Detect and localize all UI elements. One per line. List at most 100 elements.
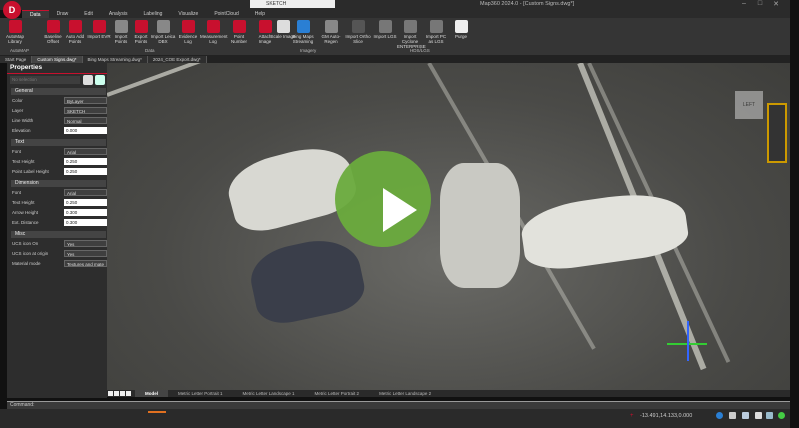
ribbon-button-measurement-log[interactable]: Measurement Log (200, 20, 228, 44)
layout-tab[interactable]: Metric Letter Landscape 1 (233, 390, 305, 397)
property-dropdown[interactable]: Yes (64, 240, 107, 247)
quick-select-icon[interactable] (83, 75, 93, 85)
property-input[interactable]: 0.250 (64, 158, 107, 165)
snap-icon[interactable] (716, 412, 723, 419)
ribbon-button-label: Baseline Offset (44, 34, 62, 44)
layout-tab[interactable]: Model (135, 390, 168, 397)
tab-pointcloud[interactable]: PointCloud (206, 10, 246, 18)
section-general[interactable]: General (11, 88, 106, 95)
property-dropdown[interactable]: Normal (64, 117, 107, 124)
property-input[interactable]: 0.000 (64, 127, 107, 134)
purge-icon (454, 20, 468, 33)
ribbon-button-bing-maps-streaming[interactable]: Bing Maps Streaming (290, 20, 316, 44)
document-tab[interactable]: 2024_COE Export.dwg* (147, 56, 207, 63)
first-tab-icon[interactable] (108, 391, 113, 396)
selection-dropdown[interactable]: No selection (10, 76, 80, 84)
property-dropdown[interactable]: SKETCH (64, 107, 107, 114)
import-leica-dbx-icon (156, 20, 170, 33)
last-tab-icon[interactable] (126, 391, 131, 396)
ribbon-group-label: HDS/LGS (410, 48, 430, 53)
section-dimension[interactable]: Dimension (11, 180, 106, 187)
command-line[interactable]: Command: (7, 401, 790, 409)
property-label: Color (12, 98, 23, 103)
filter-icon[interactable] (95, 75, 105, 85)
close-button[interactable]: ✕ (770, 0, 782, 8)
section-misc[interactable]: Misc (11, 231, 106, 238)
tab-draw[interactable]: Draw (49, 10, 77, 18)
ribbon-button-evidence-log[interactable]: Evidence Log (175, 20, 201, 44)
import-pc-as-lgs-icon (429, 20, 443, 33)
property-dropdown[interactable]: ByLayer (64, 97, 107, 104)
evidence-log-icon (181, 20, 195, 33)
window-icon[interactable] (755, 412, 762, 419)
ribbon-button-import-cyclone-enterprise[interactable]: Import Cyclone ENTERPRISE (397, 20, 426, 49)
minimize-button[interactable]: – (738, 0, 750, 7)
automap-library-icon (8, 20, 22, 33)
traffic-light (767, 103, 787, 163)
layout-tab[interactable]: Metric Letter Portrait 1 (168, 390, 233, 397)
property-dropdown[interactable]: Arial (64, 148, 107, 155)
ribbon-button-import-lgs[interactable]: Import LGS (372, 20, 398, 39)
drawing-viewport[interactable]: LEFT (107, 63, 790, 390)
grid-icon[interactable] (729, 412, 736, 419)
property-label: Ext. Distance (12, 220, 39, 225)
section-text[interactable]: Text (11, 139, 106, 146)
progress-indicator (148, 411, 166, 413)
import-points-icon (114, 20, 128, 33)
layer-dropdown[interactable]: SKETCH (250, 0, 335, 8)
property-label: Text Height (12, 200, 35, 205)
tab-visualize[interactable]: Visualize (170, 10, 206, 18)
ribbon: AutoMap Library Baseline Offset Auto Add P… (0, 18, 790, 56)
measurement-log-icon (206, 20, 220, 33)
properties-panel: Properties No selection General Color ByLa… (7, 63, 107, 398)
property-dropdown[interactable]: Yes (64, 250, 107, 257)
ribbon-button-label: Export Points (134, 34, 148, 44)
tab-data[interactable]: Data (22, 10, 49, 18)
property-label: UCS icon at origin (12, 251, 49, 256)
property-input[interactable]: 0.250 (64, 168, 107, 175)
ribbon-button-automap-library[interactable]: AutoMap Library (2, 20, 28, 44)
property-input[interactable]: 0.300 (64, 209, 107, 216)
prev-tab-icon[interactable] (114, 391, 119, 396)
ribbon-button-import-pc-as-lgs[interactable]: Import PC as LGS (423, 20, 449, 44)
ribbon-button-label: Point Number (230, 34, 247, 44)
property-dropdown[interactable]: Arial (64, 189, 107, 196)
layout-tab[interactable]: Metric Letter Portrait 2 (305, 390, 370, 397)
property-row: Ext. Distance 0.300 (11, 219, 107, 227)
settings-icon[interactable] (766, 412, 773, 419)
ribbon-group-label: Imagery (300, 48, 317, 53)
import-lgs-icon (378, 20, 392, 33)
property-label: Text Height (12, 159, 35, 164)
ribbon-button-import-ortho-slice[interactable]: Import Ortho Slice (345, 20, 371, 44)
app-logo[interactable]: D (3, 1, 21, 19)
property-input[interactable]: 0.300 (64, 219, 107, 226)
ribbon-button-import-leica-dbx[interactable]: Import Leica DBX (150, 20, 176, 44)
ortho-icon[interactable] (742, 412, 749, 419)
layout-tab[interactable]: Metric Letter Landscape 2 (369, 390, 441, 397)
gm-auto-regen-icon (324, 20, 338, 33)
import-evr-icon (92, 20, 106, 33)
maximize-button[interactable]: □ (754, 0, 766, 7)
viewcube[interactable]: LEFT (735, 91, 763, 119)
property-label: Font (12, 149, 22, 154)
ribbon-button-purge[interactable]: Purge (448, 20, 474, 39)
ribbon-button-point-number[interactable]: Point Number (226, 20, 252, 44)
document-tab[interactable]: Start Page (0, 56, 33, 63)
ribbon-button-auto-add-points[interactable]: Auto Add Points (62, 20, 88, 44)
property-row: Point Label Height 0.250 (11, 168, 107, 176)
status-ok-icon (778, 412, 785, 419)
tab-labeling[interactable]: Labeling (135, 10, 170, 18)
document-tab[interactable]: Bing Maps Streaming.dwg* (82, 56, 148, 63)
next-tab-icon[interactable] (120, 391, 125, 396)
property-dropdown[interactable]: Textures and mate (64, 260, 107, 267)
auto-add-points-icon (68, 20, 82, 33)
property-row: Font Arial (11, 189, 107, 197)
tab-analysis[interactable]: Analysis (101, 10, 136, 18)
tab-edit[interactable]: Edit (76, 10, 101, 18)
layout-tabs: Model Metric Letter Portrait 1 Metric Lett… (107, 390, 790, 397)
document-tab[interactable]: Custom Signs.dwg* (32, 56, 83, 63)
tab-help[interactable]: Help (247, 10, 273, 18)
ribbon-button-gm-auto-regen[interactable]: GM Auto-Regen (318, 20, 344, 44)
property-input[interactable]: 0.250 (64, 199, 107, 206)
property-label: UCS icon On (12, 241, 39, 246)
